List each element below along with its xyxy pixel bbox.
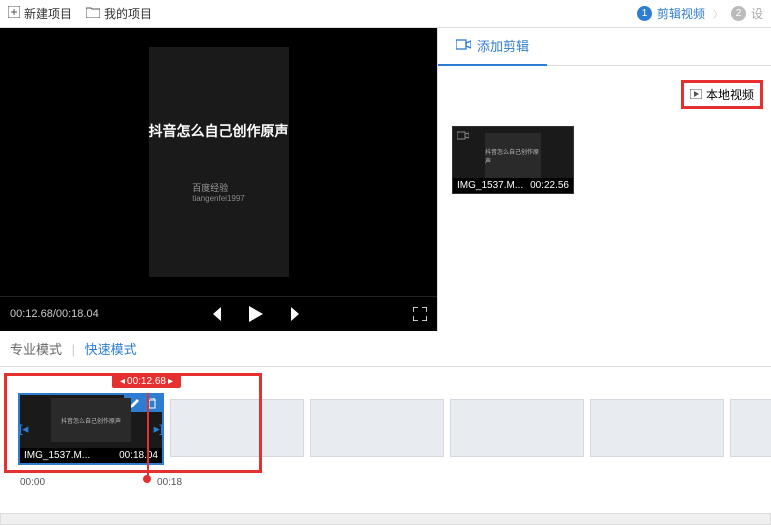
camera-small-icon xyxy=(457,131,469,143)
mode-divider: | xyxy=(72,342,75,357)
video-sub2: tiangenfei1997 xyxy=(192,194,245,203)
top-toolbar: 新建项目 我的项目 1 剪辑视频 〉 2 设 xyxy=(0,0,771,28)
playhead-time-label: ◂ 00:12.68 ▸ xyxy=(112,375,181,388)
playback-buttons xyxy=(209,306,303,322)
playhead-time: 00:12.68 xyxy=(127,376,166,387)
empty-slot[interactable] xyxy=(590,399,724,457)
clip-duration: 00:22.56 xyxy=(530,180,569,191)
video-sub1: 百度经验 xyxy=(192,181,245,194)
step-1[interactable]: 1 剪辑视频 xyxy=(637,5,705,22)
step-1-label: 剪辑视频 xyxy=(657,5,705,22)
empty-slot[interactable] xyxy=(450,399,584,457)
arrow-left-icon: ◂ xyxy=(120,376,125,387)
steps-nav: 1 剪辑视频 〉 2 设 xyxy=(637,5,763,22)
new-project-button[interactable]: 新建项目 xyxy=(8,5,72,22)
clip-name: IMG_1537.M... xyxy=(457,180,523,191)
ruler-mark: 00:18 xyxy=(157,477,182,488)
playhead[interactable]: ◂ 00:12.68 ▸ xyxy=(112,375,181,388)
step-1-number: 1 xyxy=(637,6,652,21)
clip-label-bar: IMG_1537.M... 00:22.56 xyxy=(453,178,573,193)
video-canvas[interactable]: 抖音怎么自己创作原声 百度经验 tiangenfei1997 xyxy=(0,28,437,296)
tab-add-label: 添加剪辑 xyxy=(477,36,529,55)
clip-item[interactable]: 抖音怎么自己创作原声 IMG_1537.M... 00:22.56 xyxy=(452,126,574,194)
camera-icon xyxy=(456,38,471,53)
arrow-right-icon: ▸ xyxy=(168,376,173,387)
folder-icon xyxy=(86,7,100,21)
next-button[interactable] xyxy=(291,307,303,321)
horizontal-scrollbar[interactable] xyxy=(0,513,771,525)
highlight-box xyxy=(4,373,262,473)
new-project-label: 新建项目 xyxy=(24,5,72,22)
prev-button[interactable] xyxy=(209,307,221,321)
playhead-dot xyxy=(143,475,151,483)
ruler-mark: 00:00 xyxy=(20,477,45,488)
step-2[interactable]: 2 设 xyxy=(731,5,763,22)
video-preview: 抖音怎么自己创作原声 百度经验 tiangenfei1997 xyxy=(149,47,289,277)
top-left-group: 新建项目 我的项目 xyxy=(8,5,152,22)
mode-pro[interactable]: 专业模式 xyxy=(10,342,62,357)
play-button[interactable] xyxy=(249,306,263,322)
plus-icon xyxy=(8,6,20,21)
step-2-label: 设 xyxy=(751,5,763,22)
video-player: 抖音怎么自己创作原声 百度经验 tiangenfei1997 00:12.68/… xyxy=(0,28,437,331)
fullscreen-button[interactable] xyxy=(413,307,427,321)
playhead-line xyxy=(147,393,149,477)
my-projects-button[interactable]: 我的项目 xyxy=(86,5,152,22)
empty-slot[interactable] xyxy=(310,399,444,457)
mode-quick[interactable]: 快速模式 xyxy=(85,342,137,357)
player-controls: 00:12.68/00:18.04 xyxy=(0,296,437,331)
timeline: [◂ 抖音怎么自己创作原声 ▸] IMG_1537.M... 00:18.04 … xyxy=(0,367,771,527)
panel-tabs: 添加剪辑 xyxy=(438,28,771,66)
mode-switcher: 专业模式 | 快速模式 xyxy=(0,331,771,367)
local-video-label: 本地视频 xyxy=(706,86,754,103)
main-area: 抖音怎么自己创作原声 百度经验 tiangenfei1997 00:12.68/… xyxy=(0,28,771,331)
empty-slot[interactable] xyxy=(730,399,771,457)
time-display: 00:12.68/00:18.04 xyxy=(10,308,99,320)
clip-preview-text: 抖音怎么自己创作原声 xyxy=(485,147,541,165)
tab-add-clip[interactable]: 添加剪辑 xyxy=(438,28,547,66)
play-icon xyxy=(690,88,702,102)
chevron-right-icon: 〉 xyxy=(713,6,723,21)
video-title-text: 抖音怎么自己创作原声 xyxy=(149,121,289,141)
my-projects-label: 我的项目 xyxy=(104,5,152,22)
clip-panel: 添加剪辑 本地视频 抖音怎么自己创作原声 IMG_1537.M... 00:22… xyxy=(437,28,771,331)
time-ruler: 00:00 00:18 xyxy=(20,477,182,488)
step-2-number: 2 xyxy=(731,6,746,21)
local-video-button[interactable]: 本地视频 xyxy=(681,80,763,109)
